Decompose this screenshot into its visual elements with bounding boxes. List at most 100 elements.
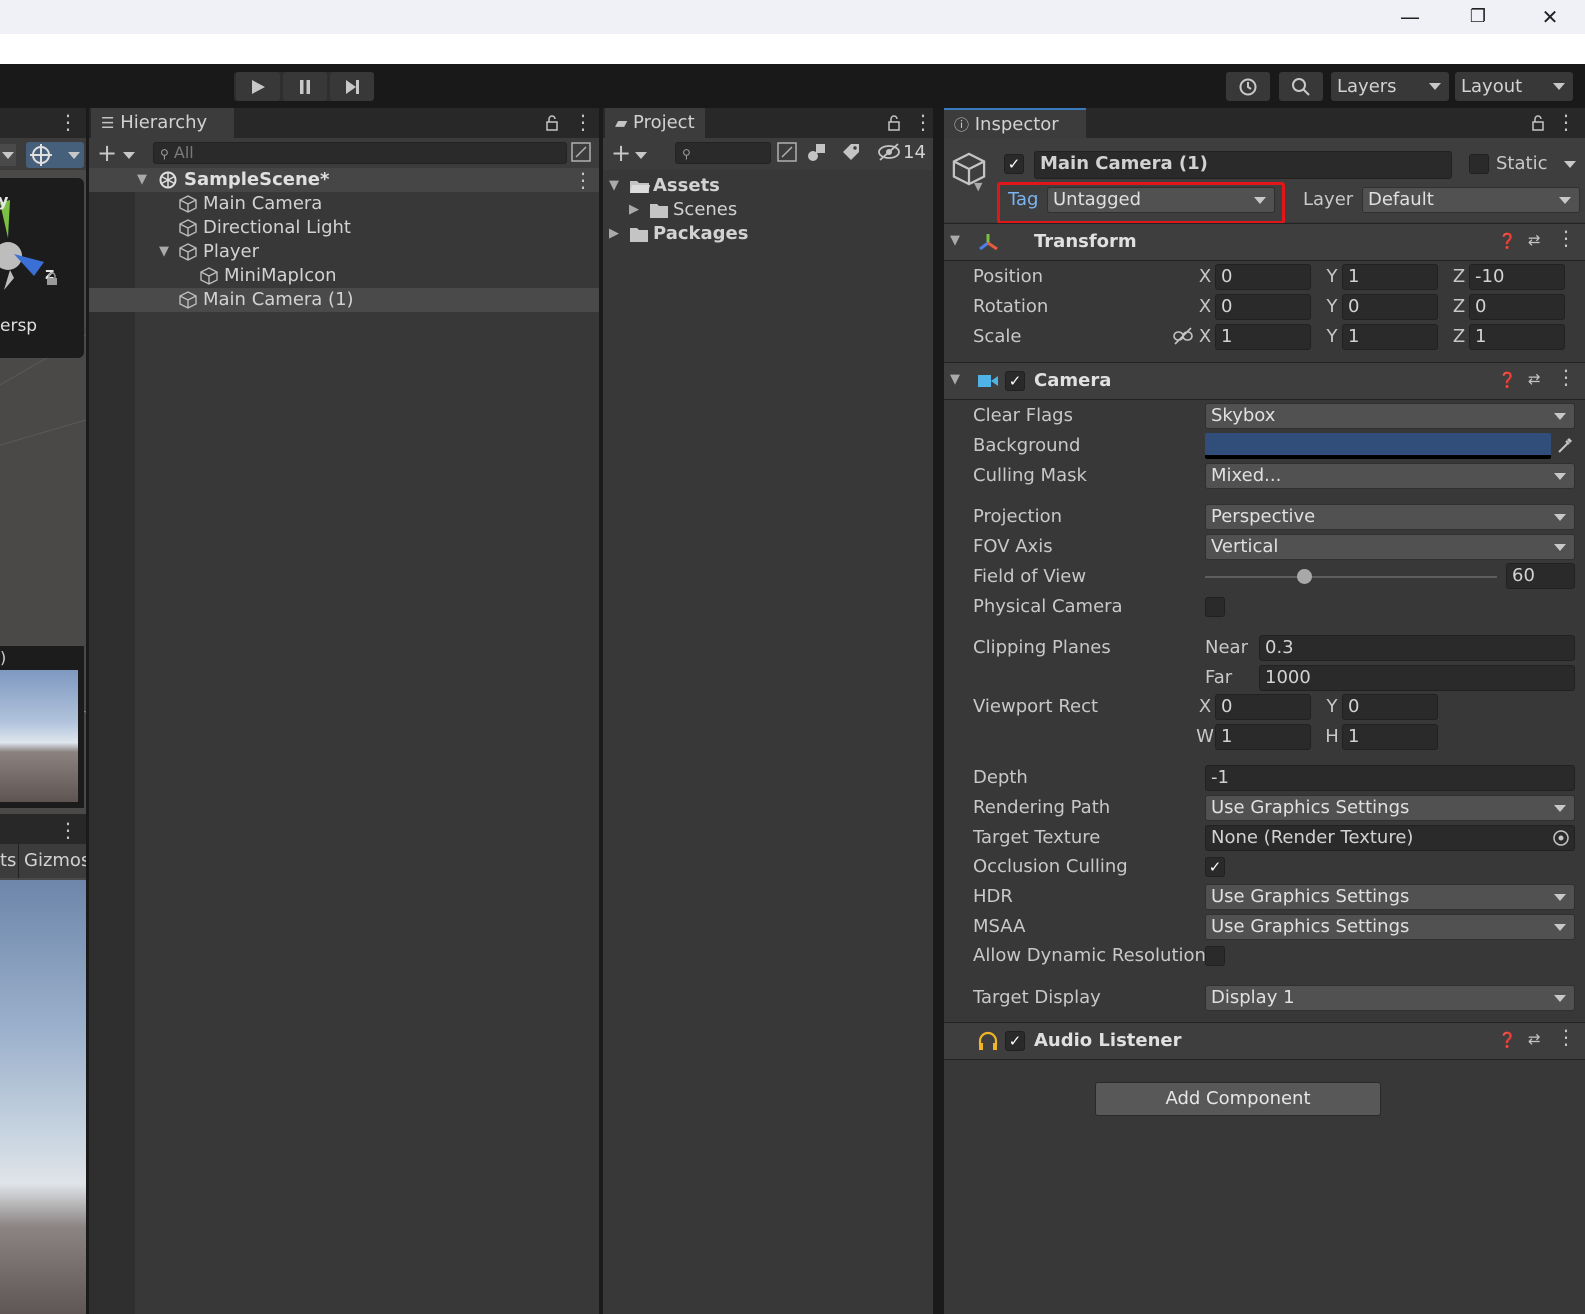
chevron-down-icon[interactable]: ▼ xyxy=(974,180,982,193)
hierarchy-item-player[interactable]: ▼ Player xyxy=(89,240,599,264)
chevron-down-icon[interactable] xyxy=(635,152,647,159)
minimize-button[interactable]: — xyxy=(1380,0,1440,34)
occlusion-culling-checkbox[interactable]: ✓ xyxy=(1205,857,1225,877)
fov-slider-thumb[interactable] xyxy=(1297,569,1313,584)
more-options-icon[interactable]: ⋮ xyxy=(1556,110,1576,134)
rotation-z-field[interactable]: 0 xyxy=(1469,294,1565,320)
fov-axis-dropdown[interactable]: Vertical xyxy=(1205,534,1575,560)
rotation-x-field[interactable]: 0 xyxy=(1215,294,1311,320)
hidden-packages-icon[interactable] xyxy=(877,142,901,162)
history-button[interactable] xyxy=(1226,72,1270,101)
pause-button[interactable] xyxy=(283,72,327,101)
filter-by-type-icon[interactable] xyxy=(807,142,827,162)
more-options-icon[interactable]: ⋮ xyxy=(58,110,78,134)
culling-mask-dropdown[interactable]: Mixed... xyxy=(1205,463,1575,489)
maximize-button[interactable]: ❐ xyxy=(1448,0,1508,34)
physical-camera-checkbox[interactable] xyxy=(1205,597,1225,617)
static-dropdown[interactable] xyxy=(1564,161,1576,168)
help-icon[interactable]: ❓ xyxy=(1498,232,1517,250)
scene-row[interactable]: ▼ SampleScene* ⋮ xyxy=(89,168,599,192)
rotation-y-field[interactable]: 0 xyxy=(1342,294,1438,320)
scene-tool-dropdown[interactable] xyxy=(0,144,16,166)
viewport-x-field[interactable]: 0 xyxy=(1215,694,1311,720)
camera-header[interactable]: ▼ ✓ Camera ❓ ⇄ ⋮ xyxy=(944,362,1585,400)
preset-icon[interactable]: ⇄ xyxy=(1528,1030,1541,1048)
layer-dropdown[interactable]: Default xyxy=(1362,187,1580,213)
background-color-field[interactable] xyxy=(1205,433,1551,459)
hierarchy-item-minimapicon[interactable]: MiniMapIcon xyxy=(89,264,599,288)
depth-field[interactable]: -1 xyxy=(1205,765,1575,791)
audio-listener-enabled-checkbox[interactable]: ✓ xyxy=(1005,1031,1025,1051)
preset-icon[interactable]: ⇄ xyxy=(1528,231,1541,249)
position-z-field[interactable]: -10 xyxy=(1469,264,1565,290)
lock-icon[interactable] xyxy=(887,114,901,132)
hdr-dropdown[interactable]: Use Graphics Settings xyxy=(1205,884,1575,910)
project-item-packages[interactable]: ▶ Packages xyxy=(603,222,933,246)
more-options-icon[interactable]: ⋮ xyxy=(573,168,593,192)
chevron-right-icon[interactable]: ▶ xyxy=(629,198,639,222)
create-button[interactable]: + xyxy=(97,140,117,166)
project-search-input[interactable]: ⚲ xyxy=(675,142,771,164)
chevron-down-icon[interactable]: ▼ xyxy=(159,240,169,264)
active-checkbox[interactable]: ✓ xyxy=(1004,154,1024,174)
dynamic-resolution-checkbox[interactable] xyxy=(1205,946,1225,966)
far-field[interactable]: 1000 xyxy=(1259,665,1575,691)
msaa-dropdown[interactable]: Use Graphics Settings xyxy=(1205,914,1575,940)
more-options-icon[interactable]: ⋮ xyxy=(913,110,933,134)
projection-dropdown[interactable]: Perspective xyxy=(1205,504,1575,530)
close-button[interactable]: ✕ xyxy=(1520,0,1580,34)
eyedropper-icon[interactable] xyxy=(1556,436,1574,454)
scale-x-field[interactable]: 1 xyxy=(1215,324,1311,350)
more-options-icon[interactable]: ⋮ xyxy=(1556,365,1576,389)
layout-dropdown[interactable]: Layout xyxy=(1455,72,1573,101)
audio-listener-header[interactable]: ✓ Audio Listener ❓ ⇄ ⋮ xyxy=(944,1022,1585,1060)
help-icon[interactable]: ❓ xyxy=(1498,371,1517,389)
target-texture-field[interactable]: None (Render Texture) xyxy=(1205,825,1575,851)
orientation-gizmo[interactable]: y z ersp xyxy=(0,178,84,358)
tab-project[interactable]: ▰ Project xyxy=(605,108,705,138)
create-asset-button[interactable]: + xyxy=(611,140,631,166)
gizmo-toggle-button[interactable] xyxy=(26,142,84,168)
more-options-icon[interactable]: ⋮ xyxy=(1556,1025,1576,1049)
preset-icon[interactable]: ⇄ xyxy=(1528,370,1541,388)
scale-z-field[interactable]: 1 xyxy=(1469,324,1565,350)
more-options-icon[interactable]: ⋮ xyxy=(573,110,593,134)
object-picker-icon[interactable] xyxy=(1552,829,1570,847)
step-button[interactable] xyxy=(330,72,374,101)
search-button[interactable] xyxy=(1279,72,1323,101)
gizmos-button[interactable]: Gizmos xyxy=(24,850,90,871)
object-name-field[interactable]: Main Camera (1) xyxy=(1034,151,1452,179)
more-options-icon[interactable]: ⋮ xyxy=(1556,226,1576,250)
static-checkbox[interactable] xyxy=(1469,154,1489,174)
search-options-icon[interactable] xyxy=(777,142,797,162)
viewport-h-field[interactable]: 1 xyxy=(1342,724,1438,750)
fov-value-field[interactable]: 60 xyxy=(1506,563,1575,589)
lock-icon[interactable] xyxy=(545,114,559,132)
near-field[interactable]: 0.3 xyxy=(1259,635,1575,661)
project-item-assets[interactable]: ▼ Assets xyxy=(603,174,933,198)
transform-header[interactable]: ▼ Transform ❓ ⇄ ⋮ xyxy=(944,223,1585,261)
position-y-field[interactable]: 1 xyxy=(1342,264,1438,290)
fov-slider-track[interactable] xyxy=(1205,576,1497,578)
stats-button[interactable]: ts xyxy=(0,850,16,871)
scale-y-field[interactable]: 1 xyxy=(1342,324,1438,350)
position-x-field[interactable]: 0 xyxy=(1215,264,1311,290)
hierarchy-search-input[interactable]: ⚲ All xyxy=(153,142,567,164)
more-options-icon[interactable]: ⋮ xyxy=(58,818,78,842)
project-item-scenes[interactable]: ▶ Scenes xyxy=(603,198,933,222)
unlinked-scale-icon[interactable] xyxy=(1172,326,1194,346)
chevron-right-icon[interactable]: ▶ xyxy=(609,222,619,246)
lock-icon[interactable] xyxy=(1531,114,1545,132)
hierarchy-item-main-camera[interactable]: Main Camera xyxy=(89,192,599,216)
camera-enabled-checkbox[interactable]: ✓ xyxy=(1005,371,1025,391)
layers-dropdown[interactable]: Layers xyxy=(1331,72,1449,101)
target-display-dropdown[interactable]: Display 1 xyxy=(1205,985,1575,1011)
viewport-y-field[interactable]: 0 xyxy=(1342,694,1438,720)
viewport-w-field[interactable]: 1 xyxy=(1215,724,1311,750)
game-viewport[interactable] xyxy=(0,880,86,1314)
tab-inspector[interactable]: ⓘ Inspector xyxy=(944,108,1086,138)
add-component-button[interactable]: Add Component xyxy=(1095,1082,1381,1116)
hierarchy-item-main-camera-1[interactable]: Main Camera (1) xyxy=(89,288,599,312)
chevron-down-icon[interactable] xyxy=(123,152,135,159)
tag-dropdown[interactable]: Untagged xyxy=(1047,187,1275,213)
